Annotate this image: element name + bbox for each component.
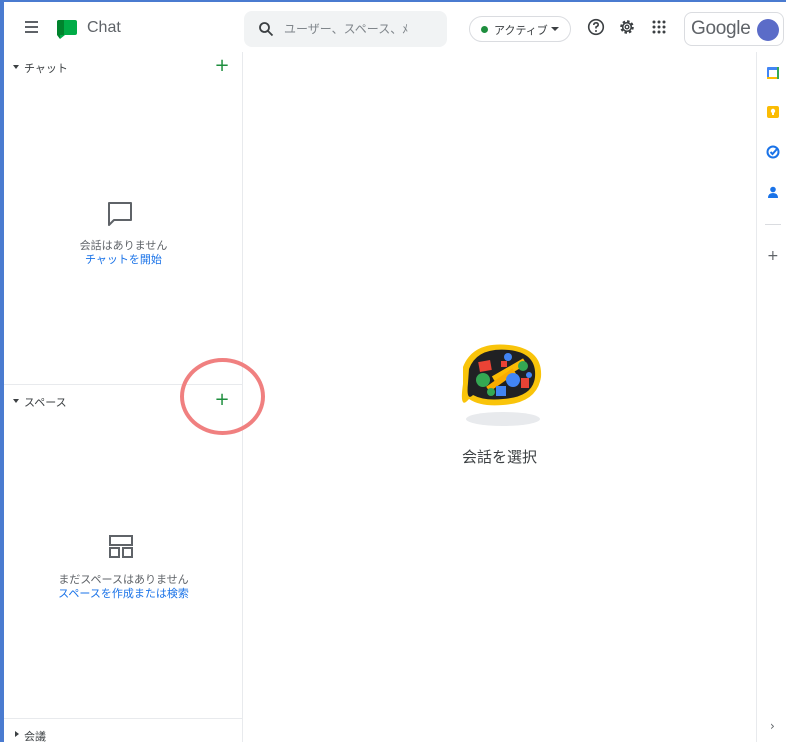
keep-icon[interactable]: [766, 105, 780, 119]
search-box[interactable]: [244, 11, 447, 47]
section-divider: [4, 718, 243, 719]
search-input[interactable]: [284, 19, 409, 39]
add-addon-icon[interactable]: +: [767, 248, 779, 264]
spaces-section-title: スペース: [24, 396, 67, 409]
contacts-icon[interactable]: [766, 185, 780, 199]
chevron-right-icon[interactable]: ›: [770, 719, 775, 733]
google-wordmark: Google: [691, 18, 751, 39]
hamburger-menu-icon[interactable]: [22, 17, 42, 37]
chat-section-header[interactable]: チャット +: [4, 54, 243, 80]
spaces-grid-icon: [109, 535, 133, 558]
chat-section-title: チャット: [24, 62, 68, 75]
caret-down-icon[interactable]: [13, 65, 19, 69]
annotation-highlight-circle: [180, 358, 265, 435]
meetings-section-header[interactable]: 会議: [4, 722, 243, 742]
top-bar: Chat アクティブ Google: [4, 2, 786, 52]
status-dot: [481, 26, 488, 33]
account-button[interactable]: Google: [684, 12, 784, 46]
avatar[interactable]: [757, 19, 779, 41]
start-chat-link[interactable]: チャットを開始: [4, 251, 243, 267]
create-or-find-space-link[interactable]: スペースを作成または検索: [4, 585, 243, 601]
tasks-icon[interactable]: [766, 145, 780, 159]
chat-logo-icon: [57, 20, 77, 39]
main-panel: 会話を選択: [243, 52, 756, 742]
caret-right-icon[interactable]: [15, 731, 19, 737]
new-chat-button[interactable]: +: [213, 57, 231, 75]
status-dropdown[interactable]: アクティブ: [469, 16, 571, 42]
app-title: Chat: [87, 19, 121, 36]
side-panel-rail: + ›: [756, 52, 786, 742]
chat-bubble-icon: [108, 202, 132, 226]
help-icon[interactable]: [587, 18, 605, 36]
calendar-icon[interactable]: [766, 66, 780, 80]
meetings-section-title: 会議: [24, 730, 46, 742]
rail-divider: [765, 224, 781, 225]
conversation-illustration: [461, 344, 542, 426]
caret-down-icon[interactable]: [13, 399, 19, 403]
settings-icon[interactable]: [618, 18, 636, 36]
apps-grid-icon[interactable]: [650, 18, 668, 36]
status-label: アクティブ: [494, 24, 548, 37]
select-conversation-caption: 会話を選択: [461, 448, 537, 466]
search-icon[interactable]: [258, 21, 274, 37]
chevron-down-icon: [551, 27, 559, 31]
